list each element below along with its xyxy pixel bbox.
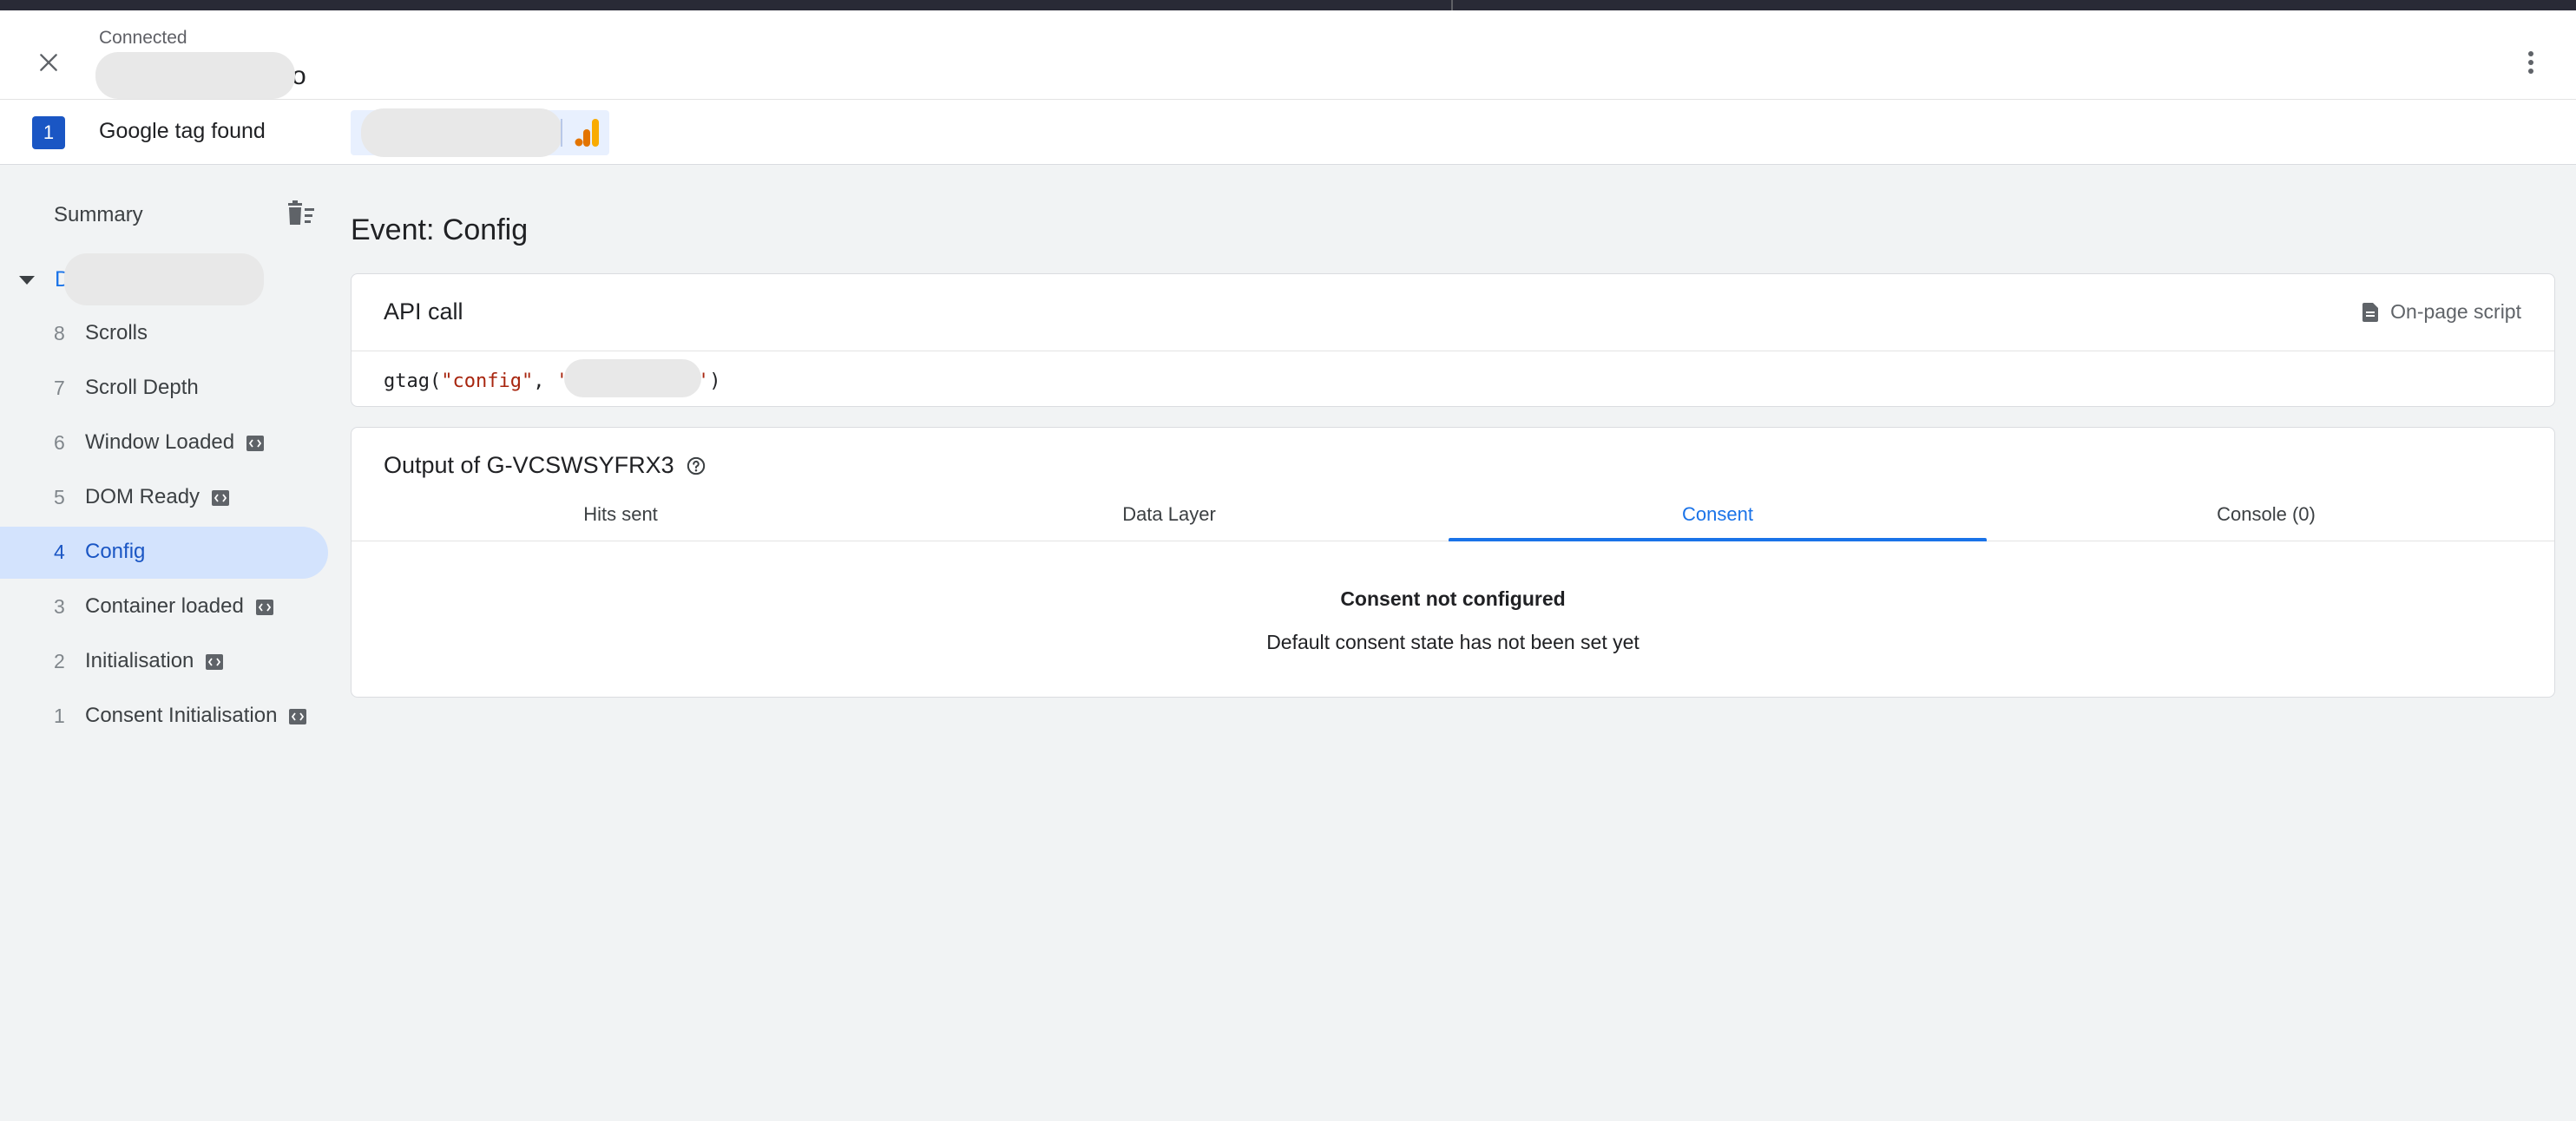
redacted-measurement-id	[563, 359, 701, 397]
output-title: Output of G-VCSWSYFRX3	[384, 452, 674, 478]
tag-found-label: Google tag found	[99, 119, 266, 143]
event-number: 1	[54, 705, 65, 727]
event-name: Config	[85, 540, 145, 564]
tag-bar: 1 Google tag found	[0, 99, 2576, 165]
delete-sweep-icon	[288, 200, 314, 225]
event-name-text: Scroll Depth	[85, 376, 199, 399]
top-strip-divider	[1451, 0, 1453, 10]
code-separator: ,	[533, 370, 556, 392]
tag-chip-divider	[561, 119, 562, 147]
code-icon	[289, 708, 307, 724]
event-name-text: Config	[85, 540, 146, 563]
event-number: 5	[54, 486, 65, 508]
event-name: Window Loaded	[85, 430, 265, 455]
redacted-page-url	[64, 253, 264, 305]
summary-link[interactable]: Summary	[54, 203, 143, 227]
event-number: 4	[54, 541, 65, 563]
tab-console-0[interactable]: Console (0)	[1997, 499, 2535, 541]
connected-domain: o	[95, 52, 306, 99]
event-name: Initialisation	[85, 649, 224, 673]
event-name: Scrolls	[85, 321, 148, 345]
event-name: Scroll Depth	[85, 376, 199, 400]
api-call-card: API call On-page script gtag("config", '…	[351, 273, 2555, 407]
close-icon	[40, 54, 57, 71]
consent-heading: Consent not configured	[1340, 587, 1566, 610]
caret-down-icon	[19, 276, 35, 285]
event-title: Event: Config	[351, 213, 529, 246]
connection-status: Connected	[99, 28, 187, 48]
redacted-domain	[95, 52, 295, 99]
code-close-paren: )	[709, 370, 721, 392]
event-item-scroll-depth[interactable]: 7 Scroll Depth	[0, 363, 328, 415]
code-icon	[212, 489, 230, 506]
redacted-tag-id	[361, 108, 562, 157]
code-arg-command: "config"	[441, 370, 534, 392]
app-header: Connected o	[0, 10, 2576, 99]
event-name: Consent Initialisation	[85, 704, 307, 728]
page-group-row[interactable]: D	[0, 253, 338, 305]
tab-data-layer[interactable]: Data Layer	[900, 499, 1438, 541]
source-indicator: On-page script	[2362, 300, 2521, 324]
google-analytics-icon	[575, 119, 599, 147]
event-name-text: Container loaded	[85, 594, 244, 618]
event-item-config[interactable]: 4 Config	[0, 527, 328, 579]
tab-hits-sent[interactable]: Hits sent	[352, 499, 890, 541]
event-number: 3	[54, 595, 65, 618]
clear-messages-button[interactable]	[283, 196, 318, 231]
tag-count-badge: 1	[32, 116, 65, 149]
code-function: gtag(	[384, 370, 442, 392]
event-item-consent-initialisation[interactable]: 1 Consent Initialisation	[0, 691, 328, 743]
event-item-window-loaded[interactable]: 6 Window Loaded	[0, 417, 328, 469]
event-item-initialisation[interactable]: 2 Initialisation	[0, 636, 328, 688]
event-name-text: Initialisation	[85, 649, 194, 672]
document-icon	[2362, 302, 2379, 322]
output-title-row: Output of G-VCSWSYFRX3	[384, 452, 706, 479]
code-icon	[246, 435, 265, 451]
output-tabs: Hits sent Data Layer Consent Console (0)	[352, 499, 2554, 541]
code-icon	[206, 653, 224, 670]
close-button[interactable]	[26, 40, 71, 85]
window-top-strip	[0, 0, 2576, 10]
api-call-title: API call	[384, 298, 463, 324]
event-name-text: Window Loaded	[85, 430, 235, 454]
api-call-code: gtag("config", ' ')	[384, 359, 721, 397]
event-item-dom-ready[interactable]: 5 DOM Ready	[0, 472, 328, 524]
code-icon	[255, 599, 273, 615]
event-item-scrolls[interactable]: 8 Scrolls	[0, 308, 328, 360]
code-close-quote: '	[697, 370, 710, 392]
event-number: 7	[54, 377, 65, 399]
source-label: On-page script	[2390, 300, 2521, 323]
event-name-text: Consent Initialisation	[85, 704, 278, 727]
event-number: 8	[54, 322, 65, 344]
event-name: DOM Ready	[85, 485, 230, 509]
event-item-container-loaded[interactable]: 3 Container loaded	[0, 581, 328, 633]
event-name-text: DOM Ready	[85, 485, 200, 508]
event-number: 2	[54, 650, 65, 672]
event-sidebar: Summary D 8 Scrolls 7 Scroll Depth 6 Window L…	[0, 163, 338, 1121]
more-options-button[interactable]	[2508, 40, 2553, 85]
tag-chip[interactable]	[351, 108, 609, 157]
event-number: 6	[54, 431, 65, 454]
more-vert-icon	[2528, 51, 2533, 74]
event-name-text: Scrolls	[85, 321, 148, 344]
output-card: Output of G-VCSWSYFRX3 Hits sent Data Lay…	[351, 427, 2555, 698]
tab-consent[interactable]: Consent	[1449, 499, 1987, 541]
event-name: Container loaded	[85, 594, 273, 619]
api-call-header: API call On-page script	[352, 274, 2554, 351]
consent-message: Default consent state has not been set y…	[1266, 631, 1640, 653]
help-circle-icon[interactable]	[687, 456, 706, 475]
